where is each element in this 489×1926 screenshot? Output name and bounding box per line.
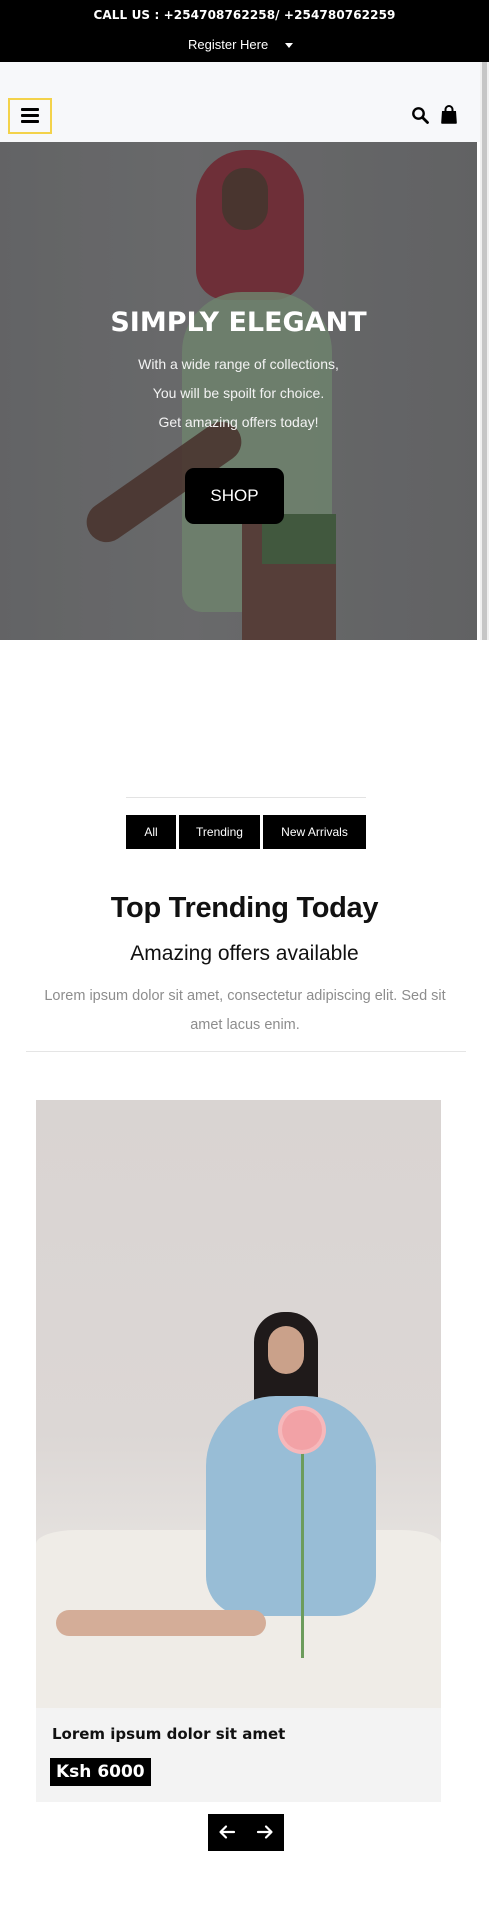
- hero-text-line: With a wide range of collections,: [138, 356, 339, 372]
- carousel-controls: [208, 1814, 284, 1851]
- arrow-left-icon[interactable]: [218, 1823, 236, 1841]
- divider: [26, 1051, 466, 1052]
- navbar: [0, 62, 489, 142]
- section-description: Lorem ipsum dolor sit amet, consectetur …: [44, 988, 446, 1033]
- search-icon[interactable]: [411, 106, 429, 124]
- product-image[interactable]: [36, 1100, 441, 1708]
- product-name[interactable]: Lorem ipsum dolor sit amet: [52, 1725, 285, 1743]
- product-card[interactable]: Lorem ipsum dolor sit amet Ksh 6000: [36, 1100, 441, 1802]
- register-link[interactable]: Register Here: [188, 37, 268, 52]
- top-bar: CALL US : +254708762258/ +254780762259 R…: [0, 0, 489, 62]
- hero-text-line: Get amazing offers today!: [158, 414, 319, 430]
- hero-title: SIMPLY ELEGANT: [110, 307, 367, 338]
- filter-new-arrivals-button[interactable]: New Arrivals: [263, 815, 366, 849]
- scrollbar-thumb[interactable]: [482, 62, 487, 640]
- shopping-bag-icon[interactable]: [440, 105, 458, 124]
- divider: [126, 797, 366, 798]
- hero-text-line: You will be spoilt for choice.: [152, 385, 325, 401]
- page-scrollbar[interactable]: [480, 62, 489, 640]
- hero-banner: SIMPLY ELEGANT With a wide range of coll…: [0, 142, 477, 640]
- caret-down-icon[interactable]: [285, 43, 293, 48]
- section-title: Top Trending Today: [110, 892, 379, 924]
- hamburger-icon: [21, 108, 39, 111]
- arrow-right-icon[interactable]: [256, 1823, 274, 1841]
- product-price: Ksh 6000: [50, 1758, 151, 1786]
- menu-toggle-button[interactable]: [8, 98, 52, 134]
- filter-trending-button[interactable]: Trending: [179, 815, 260, 849]
- filter-all-button[interactable]: All: [126, 815, 176, 849]
- section-subtitle: Amazing offers available: [130, 942, 359, 965]
- shop-button[interactable]: SHOP: [185, 468, 284, 524]
- call-us-text: CALL US : +254708762258/ +254780762259: [93, 8, 396, 22]
